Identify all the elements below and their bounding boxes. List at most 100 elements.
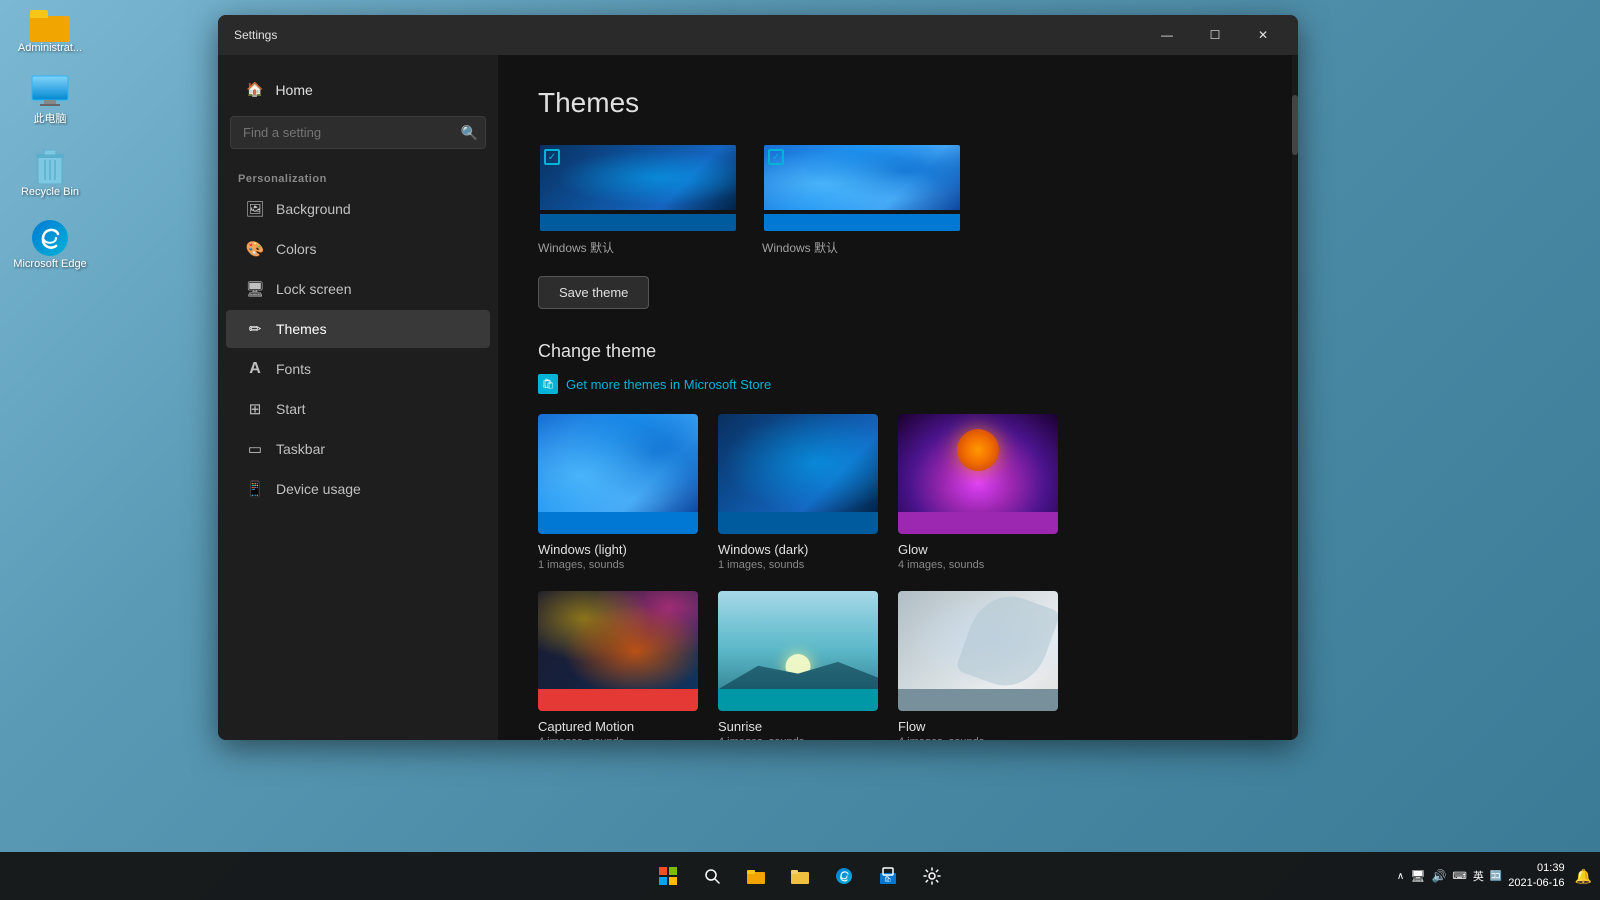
sunrise-bar — [718, 689, 878, 711]
thumb-bar-1 — [540, 214, 736, 231]
theme-selected-check-2: ✓ — [768, 149, 784, 165]
theme-card-windows-light[interactable]: Windows (light) 1 images, sounds — [538, 414, 698, 571]
store-icon: 🛍 — [538, 374, 558, 394]
current-theme-2[interactable]: ✓ Windows 默认 — [762, 143, 962, 256]
taskbar: 🛍 ∧ 🖥 🔊 ⌨ 英 🈁 01:39 2021-06-16 — [0, 852, 1600, 900]
monitor-icon — [30, 74, 70, 110]
taskbar-edge-button[interactable] — [824, 856, 864, 896]
ms-store-link[interactable]: 🛍 Get more themes in Microsoft Store — [538, 374, 1252, 394]
sidebar-item-lock-screen[interactable]: 🖥 Lock screen — [226, 270, 490, 308]
taskbar-edge-icon — [835, 867, 853, 885]
settings-body: 🏠 Home 🔍 Personalization 🖼 Background 🎨 … — [218, 55, 1298, 740]
svg-text:🛍: 🛍 — [884, 875, 892, 883]
current-theme-2-label: Windows 默认 — [762, 239, 838, 256]
tray-chevron[interactable]: ∧ — [1397, 871, 1404, 882]
minimize-button[interactable]: — — [1144, 19, 1190, 51]
sidebar-item-colors-label: Colors — [276, 241, 316, 257]
windows-light-swirl — [538, 414, 698, 512]
ms-store-link-text: Get more themes in Microsoft Store — [566, 377, 771, 392]
search-icon: 🔍 — [461, 124, 478, 141]
swirl-1 — [540, 145, 736, 210]
theme-selected-check-1: ✓ — [544, 149, 560, 165]
fonts-icon: A — [246, 360, 264, 378]
flow-bar — [898, 689, 1058, 711]
sidebar-item-colors[interactable]: 🎨 Colors — [226, 230, 490, 268]
theme-desc-windows-dark: 1 images, sounds — [718, 559, 878, 571]
current-theme-1[interactable]: ✓ Windows 默认 — [538, 143, 738, 256]
maximize-button[interactable]: ☐ — [1192, 19, 1238, 51]
notification-button[interactable]: 🔔 — [1575, 868, 1592, 885]
page-title: Themes — [538, 87, 1252, 119]
recycle-bin-svg — [32, 146, 68, 186]
change-theme-title: Change theme — [538, 341, 1252, 362]
taskbar-file-explorer-button[interactable] — [736, 856, 776, 896]
tray-volume-icon[interactable]: 🔊 — [1431, 869, 1446, 883]
colors-icon: 🎨 — [246, 240, 264, 258]
tray-lang-label: 英 — [1473, 868, 1484, 884]
theme-card-motion[interactable]: Captured Motion 4 images, sounds — [538, 591, 698, 740]
sidebar-section-label: Personalization — [218, 165, 498, 189]
recycle-bin-icon[interactable]: Recycle Bin — [10, 146, 90, 198]
theme-desc-windows-light: 1 images, sounds — [538, 559, 698, 571]
thumb-bar-2 — [764, 214, 960, 231]
edge-icon — [30, 218, 70, 258]
this-pc-icon[interactable]: 此电脑 — [10, 74, 90, 126]
motion-bar — [538, 689, 698, 711]
home-icon: 🏠 — [246, 81, 263, 98]
sidebar-item-device-usage[interactable]: 📱 Device usage — [226, 470, 490, 508]
current-themes: ✓ Windows 默认 — [538, 143, 1252, 256]
theme-thumb-1: ✓ — [538, 143, 738, 233]
settings-window: Settings — ☐ ✕ 🏠 Home 🔍 Personalization — [218, 15, 1298, 740]
taskbar-store-button[interactable]: 🛍 — [868, 856, 908, 896]
tray-input-icon: 🈁 — [1490, 871, 1502, 882]
search-box: 🔍 — [230, 116, 486, 149]
system-tray: ∧ 🖥 🔊 ⌨ 英 🈁 01:39 2021-06-16 🔔 — [1397, 861, 1592, 892]
search-input[interactable] — [230, 116, 486, 149]
thumb-img-2 — [764, 145, 960, 210]
sidebar-item-taskbar-label: Taskbar — [276, 441, 325, 457]
tray-network-icon: 🖥 — [1410, 869, 1425, 883]
theme-thumb-glow — [898, 414, 1058, 534]
edge-desktop-icon[interactable]: Microsoft Edge — [10, 218, 90, 270]
scrollbar-track[interactable] — [1292, 55, 1298, 740]
windows-dark-bar — [718, 512, 878, 534]
theme-name-windows-dark: Windows (dark) — [718, 542, 878, 557]
window-title: Settings — [234, 28, 277, 42]
taskbar-folder-button[interactable] — [780, 856, 820, 896]
folder-label: Administrat... — [18, 42, 82, 54]
save-theme-button[interactable]: Save theme — [538, 276, 649, 309]
sidebar-item-home[interactable]: 🏠 Home — [226, 71, 490, 108]
thumb-img-1 — [540, 145, 736, 210]
sidebar-item-themes[interactable]: ✏ Themes — [226, 310, 490, 348]
theme-card-windows-dark[interactable]: Windows (dark) 1 images, sounds — [718, 414, 878, 571]
theme-thumb-motion — [538, 591, 698, 711]
taskbar-clock[interactable]: 01:39 2021-06-16 — [1508, 861, 1564, 892]
scrollbar-thumb[interactable] — [1292, 95, 1298, 155]
theme-card-sunrise[interactable]: Sunrise 4 images, sounds — [718, 591, 878, 740]
close-button[interactable]: ✕ — [1240, 19, 1286, 51]
administrator-folder-icon[interactable]: Administrat... — [10, 10, 90, 54]
sidebar-item-start[interactable]: ⊞ Start — [226, 390, 490, 428]
theme-desc-motion: 4 images, sounds — [538, 736, 698, 740]
windows-logo — [659, 867, 677, 885]
sidebar-item-fonts[interactable]: A Fonts — [226, 350, 490, 388]
taskbar-settings-button[interactable] — [912, 856, 952, 896]
theme-name-windows-light: Windows (light) — [538, 542, 698, 557]
taskbar-search-button[interactable] — [692, 856, 732, 896]
start-icon: ⊞ — [246, 400, 264, 418]
theme-name-motion: Captured Motion — [538, 719, 698, 734]
theme-desc-flow: 4 images, sounds — [898, 736, 1058, 740]
glow-bar — [898, 512, 1058, 534]
sidebar-item-background-label: Background — [276, 201, 351, 217]
taskbar-store-icon: 🛍 — [879, 867, 897, 885]
theme-thumb-sunrise — [718, 591, 878, 711]
sidebar-item-taskbar[interactable]: ▭ Taskbar — [226, 430, 490, 468]
sidebar-item-background[interactable]: 🖼 Background — [226, 190, 490, 228]
start-button[interactable] — [648, 856, 688, 896]
theme-card-flow[interactable]: Flow 4 images, sounds — [898, 591, 1058, 740]
recycle-bin-label: Recycle Bin — [21, 186, 79, 198]
home-label: Home — [275, 82, 312, 98]
theme-card-glow[interactable]: Glow 4 images, sounds — [898, 414, 1058, 571]
file-explorer-icon — [747, 868, 765, 884]
taskbar-time: 01:39 — [1508, 861, 1564, 876]
